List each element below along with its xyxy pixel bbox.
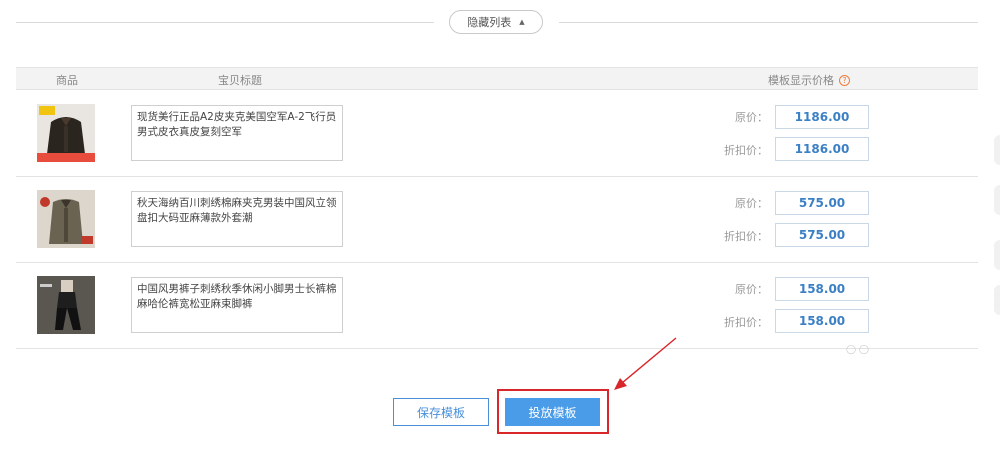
- hide-list-label: 隐藏列表: [467, 16, 512, 29]
- original-price-label: 原价：: [735, 111, 768, 124]
- title-input[interactable]: 中国风男裤子刺绣秋季休闲小脚男士长裤棉麻哈伦裤宽松亚麻束脚裤: [131, 277, 343, 333]
- discount-price-input[interactable]: 158.00: [775, 309, 869, 333]
- product-thumbnail[interactable]: [37, 276, 95, 334]
- original-price-input[interactable]: 575.00: [775, 191, 869, 215]
- product-thumbnail[interactable]: [37, 190, 95, 248]
- deploy-template-button[interactable]: 投放模板: [505, 398, 600, 426]
- discount-price-label: 折扣价：: [724, 230, 768, 243]
- side-tab: [994, 135, 1000, 165]
- title-input[interactable]: 现货美行正品A2皮夹克美国空军A-2飞行员男式皮衣真皮复刻空军: [131, 105, 343, 161]
- original-price-input[interactable]: 1186.00: [775, 105, 869, 129]
- help-icon[interactable]: ?: [839, 74, 850, 86]
- column-header-price: 模板显示价格 ?: [768, 72, 850, 88]
- column-header-product: 商品: [56, 74, 78, 87]
- discount-price-label: 折扣价：: [724, 144, 768, 157]
- divider-left: [16, 22, 434, 23]
- title-input[interactable]: 秋天海纳百川刺绣棉麻夹克男装中国风立领盘扣大码亚麻薄款外套潮: [131, 191, 343, 247]
- column-header-price-label: 模板显示价格: [768, 74, 834, 87]
- hide-list-toggle[interactable]: 隐藏列表 ▲: [449, 10, 543, 34]
- side-tab: [994, 240, 1000, 270]
- column-header-title: 宝贝标题: [218, 74, 262, 87]
- discount-price-input[interactable]: 575.00: [775, 223, 869, 247]
- table-header: 商品 宝贝标题 模板显示价格 ?: [16, 67, 978, 90]
- divider-right: [559, 22, 978, 23]
- save-template-button[interactable]: 保存模板: [393, 398, 489, 426]
- discount-price-input[interactable]: 1186.00: [775, 137, 869, 161]
- discount-price-label: 折扣价：: [724, 316, 768, 329]
- table-row: 秋天海纳百川刺绣棉麻夹克男装中国风立领盘扣大码亚麻薄款外套潮 原价： 575.0…: [16, 177, 978, 263]
- side-tab: [994, 285, 1000, 315]
- original-price-input[interactable]: 158.00: [775, 277, 869, 301]
- caret-up-icon: ▲: [519, 18, 525, 26]
- table-row: 现货美行正品A2皮夹克美国空军A-2飞行员男式皮衣真皮复刻空军 原价： 1186…: [16, 91, 978, 177]
- original-price-label: 原价：: [735, 283, 768, 296]
- table-row: 中国风男裤子刺绣秋季休闲小脚男士长裤棉麻哈伦裤宽松亚麻束脚裤 原价： 158.0…: [16, 263, 978, 349]
- faint-overlay-icon: ◯ ◯: [846, 345, 870, 355]
- side-tab: [994, 185, 1000, 215]
- original-price-label: 原价：: [735, 197, 768, 210]
- product-thumbnail[interactable]: [37, 104, 95, 162]
